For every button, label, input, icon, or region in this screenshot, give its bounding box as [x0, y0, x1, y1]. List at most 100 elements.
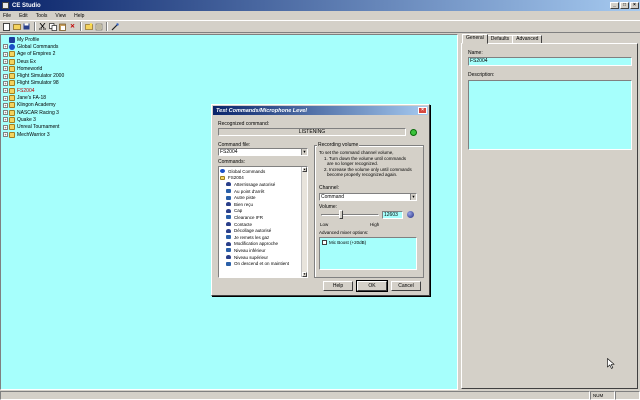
chevron-down-icon[interactable]: ▼ — [301, 149, 307, 155]
minimize-button[interactable]: _ — [610, 2, 619, 9]
description-label: Description: — [468, 72, 495, 78]
tree-item[interactable]: + FS2004 — [3, 87, 455, 94]
command-item[interactable]: Au point d'arrêt — [220, 188, 301, 195]
menu-file[interactable]: File — [3, 13, 11, 19]
folder-icon — [9, 80, 15, 87]
globe-icon — [9, 43, 15, 50]
command-file-dropdown[interactable]: FS2004 ▼ — [218, 148, 308, 156]
command-item[interactable]: On descend et on maintient — [220, 260, 301, 267]
toolbar-separator — [106, 22, 108, 31]
command-item-label: On descend et on maintient — [234, 261, 290, 267]
commands-list-items: Global Commands FS2004 Atterrissage autori… — [220, 168, 301, 267]
command-item[interactable]: Niveau supérieur — [220, 254, 301, 261]
volume-slider-thumb[interactable] — [339, 210, 344, 219]
tree-item[interactable]: + Homeworld — [3, 65, 455, 72]
ok-button[interactable]: OK — [356, 280, 388, 292]
tree-item-label: Quake 3 — [17, 116, 36, 123]
tree-item-label: Deus Ex — [17, 58, 36, 65]
command-item[interactable]: Décollage autorisé — [220, 227, 301, 234]
command-item-label: Niveau inférieur — [234, 247, 266, 253]
close-button[interactable]: × — [630, 2, 639, 9]
wave-icon — [226, 261, 231, 266]
command-item[interactable]: Niveau inférieur — [220, 247, 301, 254]
delete-icon[interactable]: ✕ — [68, 22, 77, 31]
expand-icon[interactable]: + — [3, 51, 8, 57]
tree-item[interactable]: + Flight Simulator 2000 — [3, 72, 455, 80]
save-icon[interactable] — [22, 22, 31, 31]
menu-view[interactable]: View — [55, 13, 66, 19]
command-item[interactable]: Modification approche — [220, 241, 301, 248]
volume-instructions: To set the command channel volume, 1. Tu… — [319, 150, 421, 177]
cut-icon[interactable] — [38, 22, 47, 31]
tree-item[interactable]: My Profile — [3, 36, 455, 43]
command-item[interactable]: Cap — [220, 208, 301, 215]
expand-icon[interactable]: + — [3, 95, 8, 101]
channel-dropdown[interactable]: Command ▼ — [319, 193, 417, 201]
command-item[interactable]: Autre piste — [220, 194, 301, 201]
command-item[interactable]: Global Commands — [220, 168, 301, 175]
command-item[interactable]: Contacte — [220, 221, 301, 228]
menubar: File Edit Tools View Help — [0, 11, 640, 20]
expand-icon[interactable]: + — [3, 59, 8, 65]
mic-boost-option[interactable]: Mic Boost (+20dB) — [322, 240, 416, 245]
expand-icon[interactable]: + — [3, 102, 8, 108]
new-folder-icon[interactable] — [84, 22, 93, 31]
name-field[interactable]: FS2004 — [468, 57, 632, 66]
mixer-options-list[interactable]: Mic Boost (+20dB) — [319, 237, 417, 270]
tree-item-label: NASCAR Racing 3 — [17, 109, 59, 116]
command-item[interactable]: Clearance IFR — [220, 214, 301, 221]
expand-icon[interactable]: + — [3, 66, 8, 72]
tree-item[interactable]: + Age of Empires 2 — [3, 51, 455, 58]
channel-label: Channel: — [319, 185, 340, 191]
scroll-up-icon[interactable]: ▲ — [302, 167, 307, 172]
tree-item[interactable]: + Global Commands — [3, 43, 455, 50]
command-item[interactable]: Bien reçu — [220, 201, 301, 208]
folder-icon — [9, 95, 15, 102]
command-item-label: Bien reçu — [234, 201, 254, 207]
tab-general[interactable]: General — [462, 34, 488, 44]
paste-icon[interactable] — [58, 22, 67, 31]
tree-item[interactable]: + Jane's FA-18 — [3, 94, 455, 102]
settings-icon[interactable] — [94, 22, 103, 31]
open-icon[interactable] — [12, 22, 21, 31]
help-button[interactable]: Help — [323, 281, 353, 291]
commands-list[interactable]: Global Commands FS2004 Atterrissage autori… — [218, 166, 308, 278]
menu-help[interactable]: Help — [74, 13, 84, 19]
tree-item-label: Flight Simulator 98 — [17, 80, 59, 87]
expand-icon[interactable]: + — [3, 124, 8, 130]
menu-tools[interactable]: Tools — [36, 13, 48, 19]
new-icon[interactable] — [2, 22, 11, 31]
toolbar-separator — [80, 22, 82, 31]
description-field[interactable] — [468, 80, 632, 150]
volume-slider-track[interactable] — [321, 214, 379, 216]
expand-icon[interactable]: + — [3, 44, 8, 50]
copy-icon[interactable] — [48, 22, 57, 31]
volume-value-field[interactable]: 12603 — [382, 211, 403, 219]
tree-item[interactable]: + Deus Ex — [3, 58, 455, 65]
command-item[interactable]: Atterrissage autorisé — [220, 181, 301, 188]
expand-icon[interactable]: + — [3, 73, 8, 79]
commands-scrollbar[interactable]: ▲ ▼ — [301, 167, 307, 277]
menu-edit[interactable]: Edit — [19, 13, 28, 19]
toolbar-separator — [34, 22, 36, 31]
wave-icon — [226, 195, 231, 200]
mouse-cursor-icon — [607, 358, 615, 369]
tree-item[interactable]: + Flight Simulator 98 — [3, 80, 455, 87]
mic-boost-checkbox[interactable] — [322, 240, 327, 245]
expand-icon[interactable]: + — [3, 80, 8, 86]
command-item[interactable]: Je remets les gaz — [220, 234, 301, 241]
tree-item-label: Global Commands — [17, 43, 59, 50]
command-item[interactable]: FS2004 — [220, 175, 301, 182]
globe-icon — [220, 169, 225, 174]
test-icon[interactable] — [110, 22, 119, 31]
expand-icon[interactable]: + — [3, 88, 8, 94]
expand-icon[interactable]: + — [3, 110, 8, 116]
expand-icon[interactable]: + — [3, 132, 8, 137]
dialog-close-button[interactable]: × — [418, 107, 427, 114]
cancel-button[interactable]: Cancel — [391, 281, 421, 291]
expand-icon[interactable]: + — [3, 117, 8, 123]
scroll-down-icon[interactable]: ▼ — [302, 272, 307, 277]
chevron-down-icon[interactable]: ▼ — [410, 194, 416, 200]
maximize-button[interactable]: □ — [620, 2, 629, 9]
wave-icon — [226, 248, 231, 253]
